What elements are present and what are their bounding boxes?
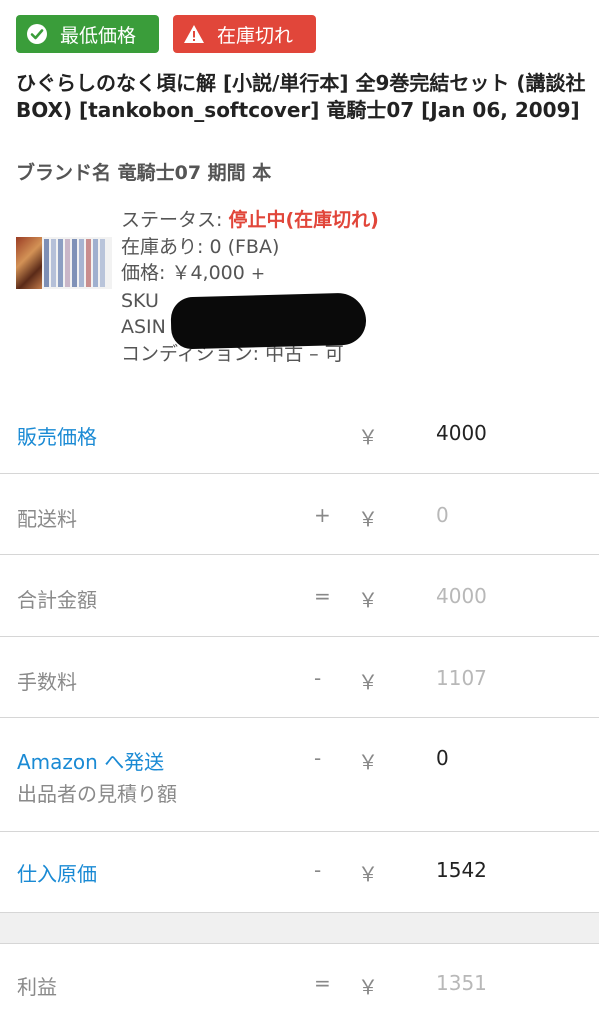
thumbnail-spines <box>42 237 112 289</box>
lowest-price-label: 最低価格 <box>60 24 137 47</box>
cost-label[interactable]: 仕入原価 <box>17 858 97 887</box>
redaction-mark <box>170 292 367 350</box>
yen-sign: ￥ <box>358 507 378 531</box>
operator: - <box>314 858 322 882</box>
sale-price-label[interactable]: 販売価格 <box>17 421 97 450</box>
operator: - <box>314 666 322 690</box>
warning-icon <box>183 23 205 45</box>
stock-line: 在庫あり: 0 (FBA) <box>121 235 280 258</box>
sale-price-value[interactable]: 4000 <box>436 421 487 445</box>
row-shipping: 配送料 + ￥ 0 <box>0 474 599 555</box>
profit-value: 1351 <box>436 971 487 995</box>
row-cost[interactable]: 仕入原価 - ￥ 1542 <box>0 832 599 913</box>
yen-sign: ￥ <box>358 425 378 449</box>
badge-group: 最低価格 在庫切れ <box>16 15 316 53</box>
fees-value: 1107 <box>436 666 487 690</box>
fba-shipping-label[interactable]: Amazon へ発送 <box>17 746 164 775</box>
operator: - <box>314 746 322 770</box>
operator: = <box>314 971 331 995</box>
fba-shipping-value[interactable]: 0 <box>436 746 449 770</box>
product-thumbnail[interactable] <box>16 237 112 289</box>
row-sale-price[interactable]: 販売価格 ￥ 4000 <box>0 392 599 474</box>
row-fees: 手数料 - ￥ 1107 <box>0 637 599 718</box>
operator: + <box>314 503 331 527</box>
lowest-price-badge: 最低価格 <box>16 15 159 53</box>
total-value: 4000 <box>436 584 487 608</box>
out-of-stock-badge: 在庫切れ <box>173 15 316 53</box>
row-profit: 利益 = ￥ 1351 <box>0 945 599 1024</box>
check-circle-icon <box>26 23 48 45</box>
yen-sign: ￥ <box>358 862 378 886</box>
yen-sign: ￥ <box>358 750 378 774</box>
operator: = <box>314 584 331 608</box>
product-brand: ブランド名 竜騎士07 期間 本 <box>16 162 272 184</box>
fba-shipping-sublabel: 出品者の見積り額 <box>17 782 177 806</box>
status-value: 停止中(在庫切れ) <box>228 209 379 231</box>
section-divider <box>0 913 599 944</box>
thumbnail-cover <box>16 237 42 289</box>
yen-sign: ￥ <box>358 975 378 999</box>
out-of-stock-label: 在庫切れ <box>217 24 294 47</box>
profit-label: 利益 <box>17 975 57 999</box>
total-label: 合計金額 <box>17 588 97 612</box>
yen-sign: ￥ <box>358 588 378 612</box>
shipping-label: 配送料 <box>17 507 77 531</box>
product-title: ひぐらしのなく頃に解 [小説/単行本] 全9巻完結セット (講談社BOX) [t… <box>16 71 586 122</box>
shipping-value: 0 <box>436 503 449 527</box>
row-total: 合計金額 = ￥ 4000 <box>0 555 599 637</box>
row-fba-shipping[interactable]: Amazon へ発送 出品者の見積り額 - ￥ 0 <box>0 718 599 832</box>
fees-label: 手数料 <box>17 670 77 694</box>
status-line: ステータス: 停止中(在庫切れ) <box>121 209 379 231</box>
cost-value[interactable]: 1542 <box>436 858 487 882</box>
price-line: 価格: ￥4,000 + <box>121 262 266 284</box>
yen-sign: ￥ <box>358 670 378 694</box>
